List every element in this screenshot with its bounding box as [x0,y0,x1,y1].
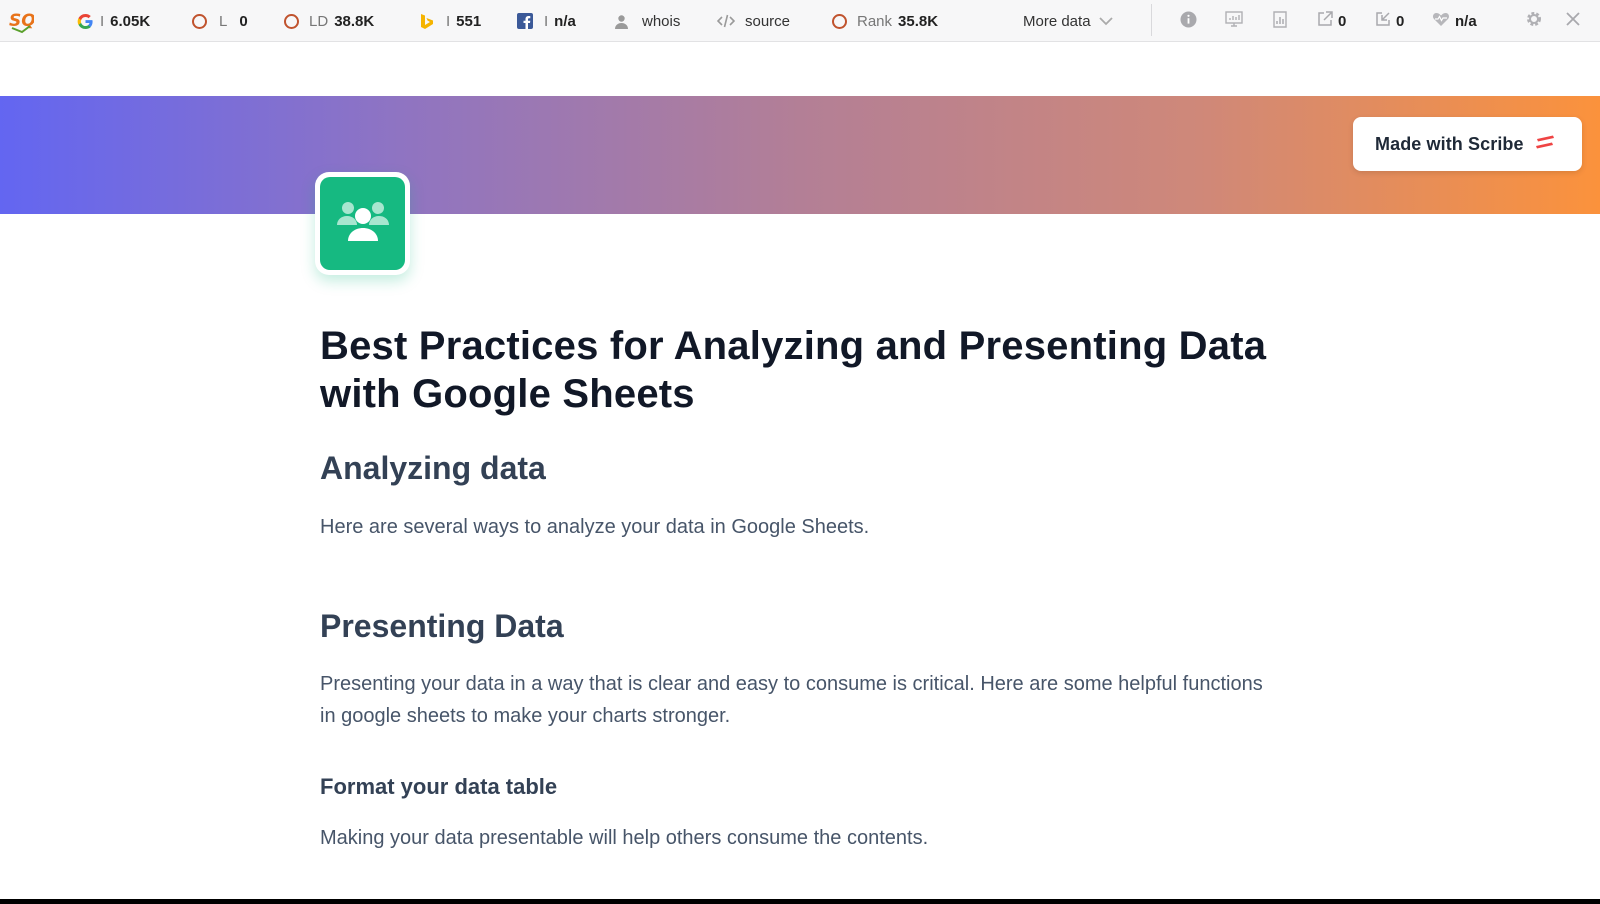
info-button[interactable] [1180,0,1197,42]
internal-links-button[interactable]: 0 [1375,0,1404,42]
google-prefix: I [100,12,105,30]
rank-value: 35.8K [898,12,939,30]
bing-value: 551 [456,12,482,30]
l-value: 0 [239,12,248,30]
external-links-button[interactable]: 0 [1317,0,1346,42]
guide-content: Best Practices for Analyzing and Present… [320,322,1280,854]
guide-avatar [315,172,410,275]
seoquake-toolbar: SQ I 6.05K L 0 LD 38.8K I 551 I n/a whoi… [0,0,1600,42]
whois-link[interactable]: whois [612,0,680,42]
rank-prefix: Rank [857,12,893,30]
subsection-body-format: Making your data presentable will help o… [320,827,929,849]
diagnosis-icon [1272,10,1288,32]
code-icon [717,12,735,30]
close-icon [1565,11,1581,31]
toolbar-divider [1151,4,1152,36]
l-prefix: L [219,12,228,30]
rank-metric[interactable]: Rank 35.8K [832,0,938,42]
density-icon [1225,11,1243,31]
made-with-scribe-button[interactable]: Made with Scribe [1353,117,1582,171]
page-title: Best Practices for Analyzing and Present… [320,324,1267,416]
ld-metric[interactable]: LD 38.8K [284,0,374,42]
google-index-metric[interactable]: I 6.05K [76,0,150,42]
window-bottom-edge [0,899,1600,904]
health-button[interactable]: n/a [1432,0,1477,42]
seoquake-logo-icon[interactable]: SQ [8,6,36,34]
made-with-scribe-label: Made with Scribe [1375,133,1524,154]
gear-icon [1525,10,1543,32]
external-links-count: 0 [1338,12,1347,30]
settings-button[interactable] [1525,0,1543,42]
l-metric[interactable]: L 0 [192,0,248,42]
ld-value: 38.8K [334,12,375,30]
facebook-value: n/a [554,12,576,30]
health-value: n/a [1455,12,1477,30]
internal-links-count: 0 [1396,12,1405,30]
bing-icon [418,12,436,30]
google-icon [76,12,94,30]
google-value: 6.05K [110,12,151,30]
whois-label: whois [642,12,681,30]
ld-prefix: LD [309,12,329,30]
subsection-heading-format: Format your data table [320,774,558,799]
internal-link-icon [1375,11,1391,31]
more-data-label: More data [1023,12,1091,30]
facebook-metric[interactable]: I n/a [516,0,576,42]
facebook-prefix: I [544,12,549,30]
close-toolbar-button[interactable] [1565,0,1581,42]
user-icon [612,12,630,30]
info-icon [1180,11,1197,32]
section-heading-analyzing: Analyzing data [320,450,546,486]
users-icon [336,199,390,248]
heart-icon [1432,11,1450,31]
ring-icon [832,13,847,29]
ring-icon [284,13,299,29]
section-body-analyzing: Here are several ways to analyze your da… [320,516,870,538]
ring-icon [192,13,207,29]
facebook-icon [516,12,534,30]
chevron-down-icon [1097,12,1115,30]
diagnosis-button[interactable] [1272,0,1288,42]
bing-prefix: I [446,12,451,30]
bing-metric[interactable]: I 551 [418,0,481,42]
scribe-logo-icon [1534,134,1556,155]
section-heading-presenting: Presenting Data [320,608,564,644]
density-button[interactable] [1225,0,1243,42]
section-body-presenting: Presenting your data in a way that is cl… [320,673,1263,727]
source-label: source [745,12,791,30]
source-link[interactable]: source [717,0,790,42]
external-link-icon [1317,11,1333,31]
more-data-dropdown[interactable]: More data [1023,0,1115,42]
